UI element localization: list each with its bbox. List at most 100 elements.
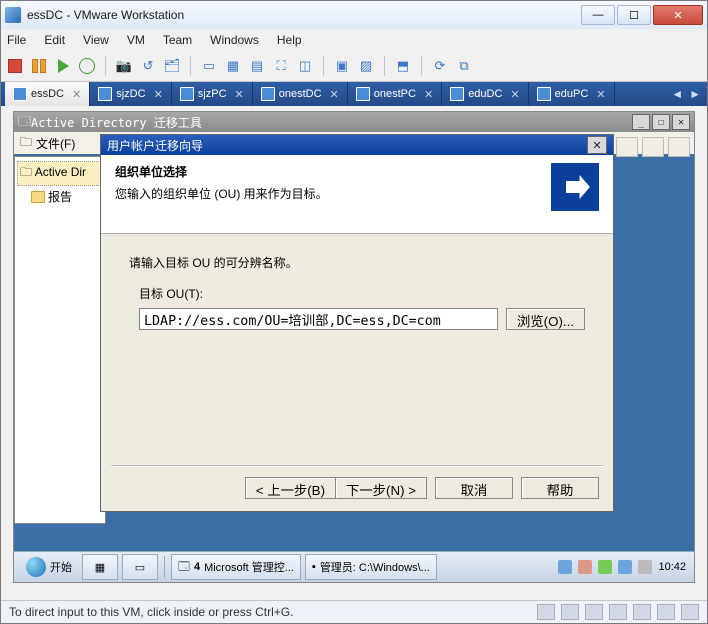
vm-icon [537,87,551,101]
device-icon[interactable] [609,604,627,620]
menu-vm[interactable]: VM [127,33,145,47]
vm-icon [261,87,275,101]
vmware-title-text: essDC - VMware Workstation [27,8,579,22]
tray-icon[interactable] [598,560,612,574]
device-icon[interactable] [681,604,699,620]
close-icon[interactable]: ✕ [235,88,244,101]
folder-icon [31,191,45,203]
wizard-prompt: 请输入目标 OU 的可分辨名称。 [129,254,585,271]
vm-icon [180,87,194,101]
device-icon[interactable] [633,604,651,620]
folder-icon: 🗀 [20,133,32,154]
suspend-button[interactable] [29,56,49,76]
tab-essdc[interactable]: essDC✕ [5,82,90,106]
quicklaunch-button[interactable]: ▭ [122,554,158,580]
close-icon[interactable]: ✕ [154,88,163,101]
tab-onestdc[interactable]: onestDC✕ [253,82,348,106]
device-icon[interactable] [657,604,675,620]
toolbar-btn[interactable] [668,137,690,157]
volume-icon[interactable] [638,560,652,574]
taskbar-app-mmc[interactable]: 🗔 4 Microsoft 管理控... [171,554,301,580]
toolbar-btn[interactable] [616,137,638,157]
revert-button[interactable]: ↺ [138,56,158,76]
tree-item-root[interactable]: 🗀 Active Dir [17,161,103,186]
vm-icon [450,87,464,101]
admt-title: Active Directory 迁移工具 [31,114,202,131]
browse-button[interactable]: 浏览(O)... [506,308,585,330]
admt-tree[interactable]: 🗀 Active Dir 报告 [14,156,106,524]
poweron-button[interactable] [53,56,73,76]
close-button[interactable]: ✕ [587,136,607,154]
tab-nav-left[interactable]: ◄ [671,87,683,101]
tab-edupc[interactable]: eduPC✕ [529,82,615,106]
summary-button[interactable]: ▤ [247,56,267,76]
status-text: To direct input to this VM, click inside… [9,605,293,619]
mmc-icon: 🗔 [178,558,190,577]
menu-team[interactable]: Team [163,33,192,47]
clock[interactable]: 10:42 [658,561,686,573]
vm-icon [98,87,112,101]
reset-button[interactable] [77,56,97,76]
wizard-heading: 组织单位选择 [115,163,328,180]
menu-edit[interactable]: Edit [44,33,65,47]
tab-onestpc[interactable]: onestPC✕ [348,82,442,106]
close-button[interactable]: ✕ [653,5,703,25]
start-button[interactable]: 开始 [18,555,80,579]
toolbar-extra5[interactable]: ⧉ [454,56,474,76]
close-icon[interactable]: ✕ [510,88,519,101]
menu-file[interactable]: File [7,33,26,47]
device-icon[interactable] [585,604,603,620]
help-button[interactable]: 帮助 [521,477,599,499]
cancel-button[interactable]: 取消 [435,477,513,499]
poweroff-button[interactable] [5,56,25,76]
toolbar-btn[interactable] [642,137,664,157]
fullscreen-button[interactable]: ⛶ [271,56,291,76]
snapshot-button[interactable]: 📷 [114,56,134,76]
guest-desktop[interactable]: 🗔 Active Directory 迁移工具 _ ☐ ✕ 🗀 文件(F) [13,111,695,583]
menu-file[interactable]: 文件(F) [36,135,75,152]
vm-tabstrip: essDC✕ sjzDC✕ sjzPC✕ onestDC✕ onestPC✕ e… [1,82,707,106]
toolbar-extra3[interactable]: ⬒ [393,56,413,76]
maximize-button[interactable]: ☐ [652,114,670,130]
wizard-icon [551,163,599,211]
menu-help[interactable]: Help [277,33,302,47]
tree-item-reports[interactable]: 报告 [17,186,103,207]
wizard-titlebar[interactable]: 用户帐户迁移向导 ✕ [101,135,613,155]
menu-view[interactable]: View [83,33,109,47]
toolbar-extra1[interactable]: ▣ [332,56,352,76]
close-button[interactable]: ✕ [672,114,690,130]
device-icon[interactable] [561,604,579,620]
close-icon[interactable]: ✕ [596,88,605,101]
menu-windows[interactable]: Windows [210,33,259,47]
taskbar-app-cmd[interactable]: ▪ 管理员: C:\Windows\... [305,554,437,580]
next-button[interactable]: 下一步(N) > [335,477,427,499]
minimize-button[interactable]: — [581,5,615,25]
thumbnail-button[interactable]: ▦ [223,56,243,76]
toolbar-extra4[interactable]: ⟳ [430,56,450,76]
tab-edudc[interactable]: eduDC✕ [442,82,528,106]
show-console-button[interactable]: ▭ [199,56,219,76]
vmware-statusbar: To direct input to this VM, click inside… [1,600,707,623]
back-button[interactable]: < 上一步(B) [245,477,335,499]
vmware-titlebar: essDC - VMware Workstation — ☐ ✕ [1,1,707,29]
toolbar-extra2[interactable]: ▨ [356,56,376,76]
tab-sjzdc[interactable]: sjzDC✕ [90,82,172,106]
unity-button[interactable]: ◫ [295,56,315,76]
quicklaunch-button[interactable]: ▦ [82,554,118,580]
close-icon[interactable]: ✕ [330,88,339,101]
tab-nav-right[interactable]: ► [689,87,701,101]
close-icon[interactable]: ✕ [424,88,433,101]
network-icon[interactable] [618,560,632,574]
app-icon: 🗔 [18,112,31,133]
tray-icon[interactable] [578,560,592,574]
maximize-button[interactable]: ☐ [617,5,651,25]
tab-sjzpc[interactable]: sjzPC✕ [172,82,253,106]
vmware-toolbar: 📷 ↺ 🗂 ▭ ▦ ▤ ⛶ ◫ ▣ ▨ ⬒ ⟳ ⧉ [1,51,707,82]
tray-icon[interactable] [558,560,572,574]
device-icon[interactable] [537,604,555,620]
snapshot-manager-button[interactable]: 🗂 [162,56,182,76]
close-icon[interactable]: ✕ [72,88,81,101]
vmware-icon [5,7,21,23]
minimize-button[interactable]: _ [632,114,650,130]
target-ou-input[interactable] [139,308,498,330]
